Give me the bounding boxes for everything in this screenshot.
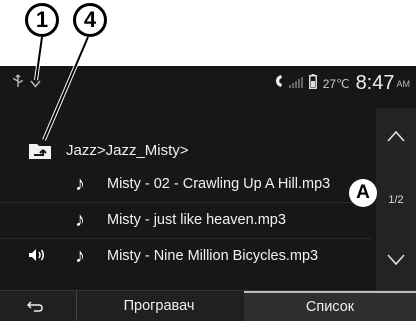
tab-player[interactable]: Програвач xyxy=(76,291,241,321)
track-name: Misty - Nine Million Bicycles.mp3 xyxy=(107,248,319,264)
clock-ampm: AM xyxy=(396,78,411,89)
clock-time: 8:47 xyxy=(355,72,395,94)
list-item[interactable]: ♪ Misty - 02 - Crawling Up A Hill.mp3 xyxy=(0,166,372,203)
page-indicator: 1/2 xyxy=(388,194,404,206)
list-item-playing[interactable]: ♪ Misty - Nine Million Bicycles.mp3 xyxy=(0,238,372,274)
callout-4: 4 xyxy=(73,3,107,37)
breadcrumb-row[interactable]: Jazz>Jazz_Misty> xyxy=(0,134,372,166)
back-arrow-icon xyxy=(26,301,43,312)
signal-icon xyxy=(288,75,303,93)
battery-icon xyxy=(308,73,317,94)
track-name: Misty - just like heaven.mp3 xyxy=(107,212,286,228)
callout-1: 1 xyxy=(25,3,59,37)
status-left xyxy=(12,74,41,91)
folder-up-icon[interactable] xyxy=(28,140,52,160)
chevron-down-icon xyxy=(387,254,405,266)
speaker-icon xyxy=(28,248,46,265)
music-note-icon: ♪ xyxy=(75,244,85,267)
chevron-down-icon[interactable] xyxy=(30,75,41,91)
scroll-up-button[interactable] xyxy=(376,108,416,164)
back-button[interactable] xyxy=(0,291,70,321)
status-bar: 27℃ 8:47 AM xyxy=(0,66,416,110)
breadcrumb: Jazz>Jazz_Misty> xyxy=(66,141,189,159)
track-name: Misty - 02 - Crawling Up A Hill.mp3 xyxy=(107,176,331,192)
usb-icon[interactable] xyxy=(12,74,24,91)
tab-list[interactable]: Список xyxy=(244,291,416,321)
scroll-down-button[interactable] xyxy=(376,232,416,288)
chevron-up-icon xyxy=(387,130,405,142)
temperature: 27℃ xyxy=(322,76,350,91)
callout-a: A xyxy=(349,179,377,207)
tab-bar: Програвач Список xyxy=(0,290,416,321)
music-note-icon: ♪ xyxy=(75,172,85,195)
list-item[interactable]: ♪ Misty - just like heaven.mp3 xyxy=(0,202,372,239)
music-note-icon: ♪ xyxy=(75,208,85,231)
status-right: 27℃ 8:47 AM xyxy=(275,72,410,95)
pager: 1/2 xyxy=(376,108,416,294)
phone-icon xyxy=(275,74,283,93)
